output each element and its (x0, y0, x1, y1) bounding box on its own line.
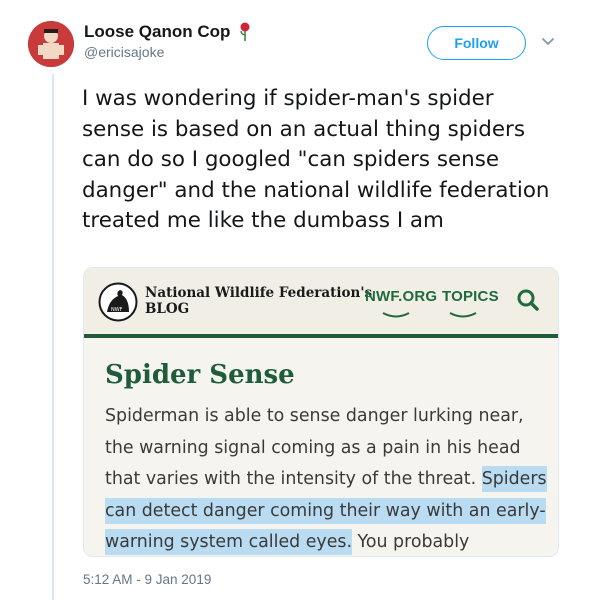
nav-nwf-org-underline (382, 312, 410, 318)
handle[interactable]: @ericisajoke (84, 44, 252, 60)
link-card[interactable]: NWF National Wildlife Federation's BLOG … (83, 267, 559, 557)
excerpt-text: Spiderman is able to sense danger lurkin… (105, 406, 524, 489)
excerpt-tail: You probably (352, 532, 470, 552)
timestamp[interactable]: 5:12 AM - 9 Jan 2019 (83, 572, 211, 587)
article-excerpt: Spiderman is able to sense danger lurkin… (105, 401, 550, 556)
author-block: Loose Qanon Cop @ericisajoke (84, 22, 252, 60)
thread-line (52, 74, 54, 600)
nav-topics[interactable]: TOPICS (442, 288, 499, 305)
tweet-text: I was wondering if spider-man's spider s… (82, 86, 550, 234)
header-divider (84, 334, 558, 338)
rose-icon (240, 22, 250, 41)
nwf-logo-icon[interactable]: NWF (98, 282, 138, 322)
nav-topics-underline (449, 312, 477, 318)
nav-nwf-org[interactable]: NWF.ORG (365, 288, 437, 305)
blog-title-line2: BLOG (145, 301, 190, 317)
display-name[interactable]: Loose Qanon Cop (84, 22, 230, 42)
search-icon[interactable] (516, 288, 540, 312)
avatar[interactable] (28, 21, 74, 67)
chevron-down-icon[interactable] (541, 36, 555, 48)
blog-title-line1: National Wildlife Federation's (145, 285, 373, 301)
article-title: Spider Sense (105, 360, 295, 390)
follow-button[interactable]: Follow (427, 26, 526, 60)
svg-text:NWF: NWF (111, 307, 123, 313)
blog-title[interactable]: National Wildlife Federation's BLOG (145, 285, 372, 317)
